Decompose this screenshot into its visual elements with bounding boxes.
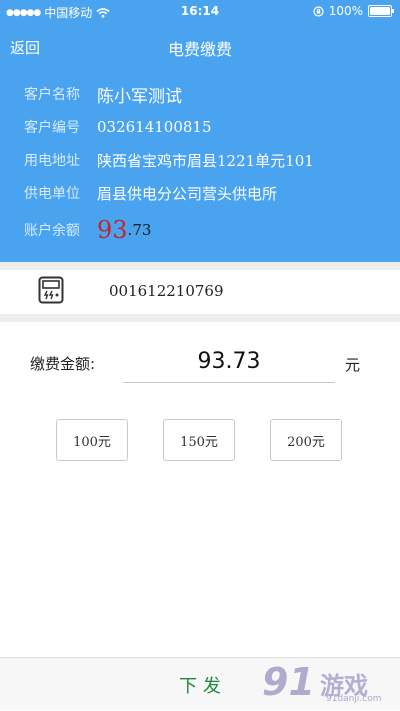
supplier-label: 供电单位 [24,186,80,202]
balance-row: 账户余额 93.73 [24,216,152,244]
amount-unit: 元 [345,356,361,374]
status-bar: ●●●●● 中国移动 16:14 100% [0,0,400,22]
balance-decimal: .73 [127,221,152,239]
electric-meter-icon [38,276,64,304]
address-label: 用电地址 [24,153,80,169]
page-title: 电费缴费 [167,40,232,59]
quick-amount-100-button[interactable]: 100元 [56,419,128,461]
amount-label: 缴费金额: [30,355,96,373]
address-value: 陕西省宝鸡市眉县1221单元101 [97,151,314,170]
battery-icon [368,5,394,17]
divider [0,262,400,270]
amount-input[interactable] [123,340,335,383]
balance-integer: 93 [97,216,128,244]
site-watermark: 91 游戏 91danji.com [262,660,392,708]
customer-name-row: 客户名称 陈小军测试 [24,82,182,107]
status-right: 100% [313,4,394,18]
balance-label: 账户余额 [24,223,80,239]
meter-row: 001612210769 [0,270,400,314]
address-row: 用电地址 陕西省宝鸡市眉县1221单元101 [24,148,314,172]
meter-number: 001612210769 [109,282,224,300]
battery-percent: 100% [328,4,363,18]
account-header: 返回 电费缴费 客户名称 陈小军测试 客户编号 032614100815 用电地… [0,22,400,262]
customer-id-value: 032614100815 [97,118,212,136]
customer-id-label: 客户编号 [24,120,80,136]
customer-name-value: 陈小军测试 [97,86,182,107]
rotation-lock-icon [313,5,324,17]
supplier-value: 眉县供电分公司营头供电所 [97,184,278,203]
customer-id-row: 客户编号 032614100815 [24,115,212,139]
customer-name-label: 客户名称 [24,87,80,103]
supplier-row: 供电单位 眉县供电分公司营头供电所 [24,181,277,205]
quick-amount-150-button[interactable]: 150元 [163,419,235,461]
watermark-url: 91danji.com [326,694,382,704]
watermark-logo: 91 [262,660,315,704]
divider [0,314,400,322]
quick-amount-200-button[interactable]: 200元 [270,419,342,461]
